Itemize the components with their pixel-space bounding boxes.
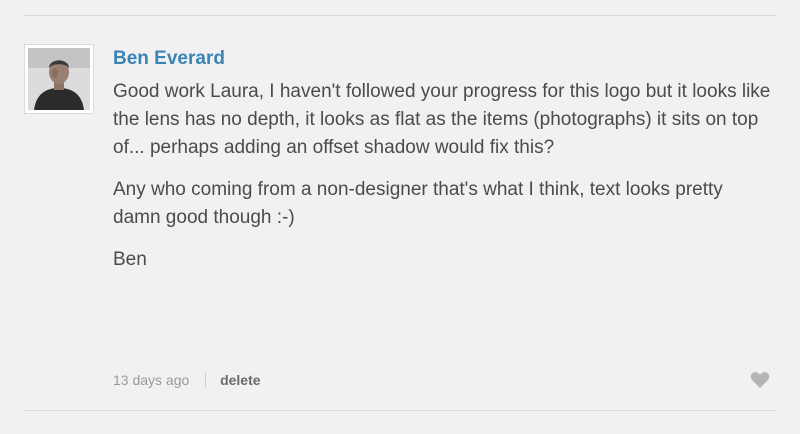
meta-separator: [205, 372, 207, 389]
heart-icon[interactable]: [750, 371, 770, 389]
delete-link[interactable]: delete: [220, 369, 260, 391]
timestamp: 13 days ago: [113, 372, 190, 388]
top-divider: [24, 15, 776, 16]
comment-text: Good work Laura, I haven't followed your…: [113, 78, 774, 274]
comment-paragraph: Any who coming from a non-designer that'…: [113, 179, 723, 228]
comment-meta: 13 days ago delete: [113, 369, 774, 391]
comment-signature: Ben: [113, 249, 147, 270]
avatar-photo: [28, 48, 90, 110]
comment: Ben Everard Good work Laura, I haven't f…: [24, 44, 774, 406]
comment-body: Ben Everard Good work Laura, I haven't f…: [113, 44, 774, 274]
bottom-divider: [24, 410, 776, 411]
comment-paragraph: Good work Laura, I haven't followed your…: [113, 81, 771, 158]
avatar[interactable]: [24, 44, 94, 114]
author-link[interactable]: Ben Everard: [113, 48, 774, 70]
